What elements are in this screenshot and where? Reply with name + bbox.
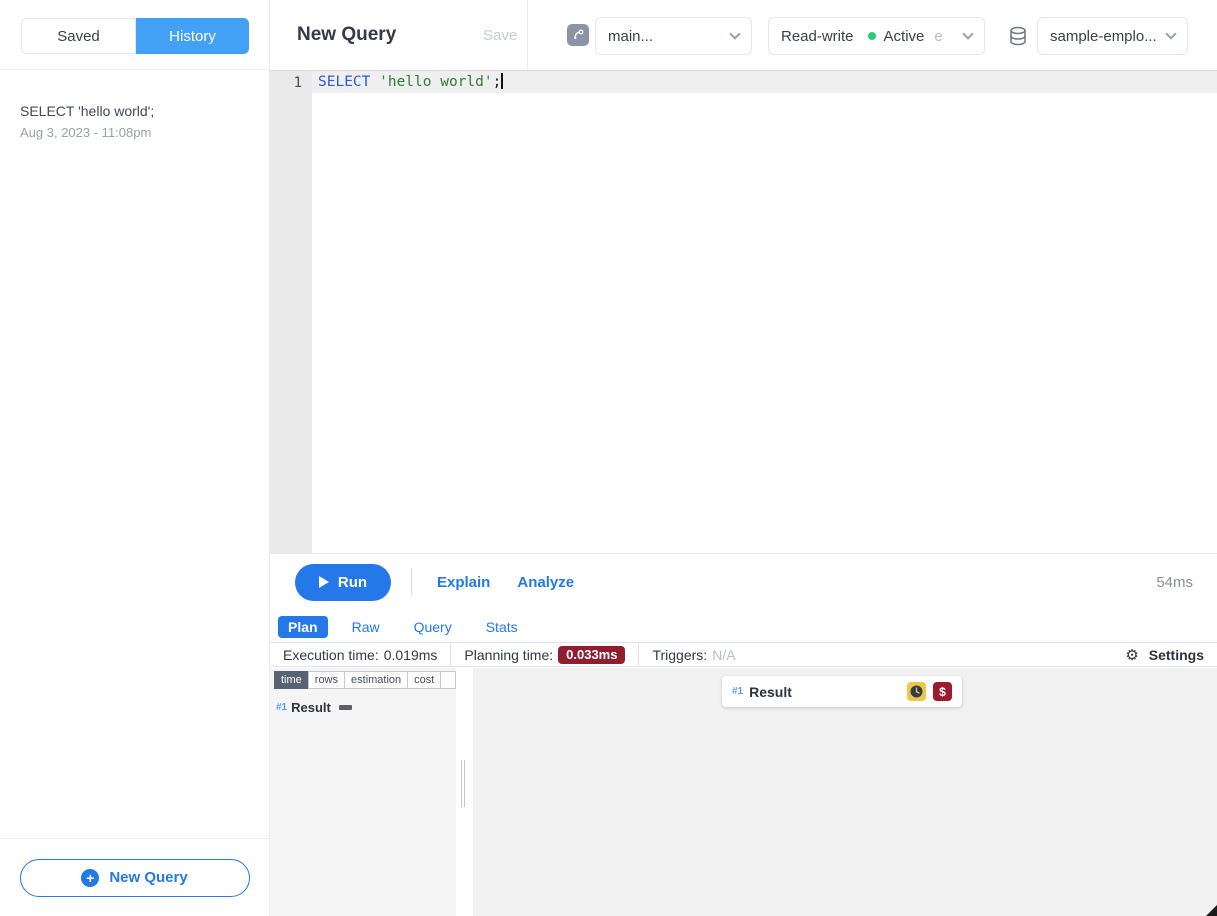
tab-plan[interactable]: Plan — [278, 616, 328, 638]
plan-canvas[interactable]: #1 Result $ — [473, 668, 1217, 916]
column-tab-time[interactable]: time — [274, 671, 309, 689]
database-dropdown-value: sample-emplo... — [1050, 28, 1157, 45]
chevron-down-icon — [962, 28, 973, 39]
sql-punct: ; — [493, 74, 502, 90]
plan-node-name: Result — [749, 684, 792, 700]
triggers-stat: Triggers: N/A — [639, 647, 748, 663]
settings-button[interactable]: ⚙ Settings — [1112, 646, 1217, 664]
sidebar-footer: + New Query — [0, 838, 269, 916]
column-tab-extra[interactable] — [440, 671, 456, 689]
text-cursor — [501, 73, 503, 89]
history-list-item[interactable]: SELECT 'hello world'; Aug 3, 2023 - 11:0… — [0, 70, 269, 140]
plan-row-name: Result — [291, 700, 331, 715]
explain-button[interactable]: Explain — [437, 574, 490, 591]
column-tab-estimation[interactable]: estimation — [344, 671, 408, 689]
code-line[interactable]: SELECT 'hello world'; — [318, 73, 503, 90]
pane-resize-handle[interactable] — [461, 760, 465, 807]
analyze-button[interactable]: Analyze — [517, 574, 574, 591]
sidebar-header: Saved History — [0, 0, 269, 70]
tab-raw[interactable]: Raw — [342, 616, 390, 638]
planning-time-stat: Planning time: 0.033ms — [451, 646, 638, 664]
plan-tree-pane: time rows estimation cost #1 Result — [270, 668, 456, 916]
sql-keyword: SELECT — [318, 74, 370, 90]
pane-gap — [456, 668, 473, 916]
results-tabs: Plan Raw Query Stats — [270, 612, 542, 642]
main-panel: New Query Save main... Read-write Active… — [270, 0, 1217, 916]
editor-header: New Query Save main... Read-write Active… — [270, 0, 1217, 70]
execution-time-stat: Execution time: 0.019ms — [270, 647, 450, 663]
execution-time-value: 0.019ms — [384, 647, 438, 663]
tab-saved[interactable]: Saved — [21, 18, 136, 54]
tab-query[interactable]: Query — [404, 616, 462, 638]
sql-string: 'hello world' — [370, 74, 492, 90]
branch-dropdown[interactable]: main... — [595, 17, 752, 55]
database-icon — [1007, 25, 1029, 52]
column-tab-cost[interactable]: cost — [407, 671, 441, 689]
planning-time-badge: 0.033ms — [558, 646, 625, 664]
editor-gutter: 1 — [270, 70, 312, 553]
query-duration: 54ms — [1156, 574, 1193, 591]
run-toolbar: Run Explain Analyze 54ms — [270, 553, 1217, 610]
run-button[interactable]: Run — [295, 564, 391, 601]
query-title: New Query — [297, 24, 396, 46]
new-query-button[interactable]: + New Query — [20, 859, 250, 897]
line-number: 1 — [294, 75, 302, 91]
gear-icon: ⚙ — [1125, 646, 1138, 664]
run-button-label: Run — [338, 574, 367, 591]
share-icon[interactable] — [567, 24, 589, 46]
settings-label: Settings — [1149, 647, 1204, 663]
execution-time-label: Execution time: — [283, 647, 379, 663]
settings-segment: ⚙ Settings — [1111, 646, 1217, 664]
new-query-button-label: New Query — [109, 869, 187, 886]
branch-dropdown-value: main... — [608, 28, 653, 45]
triggers-value: N/A — [712, 647, 735, 663]
header-divider — [527, 0, 528, 70]
mode-label: Read-write — [781, 28, 854, 45]
planning-time-label: Planning time: — [464, 647, 553, 663]
save-button[interactable]: Save — [483, 27, 517, 44]
history-query-text: SELECT 'hello world'; — [20, 103, 249, 119]
sql-editor[interactable]: 1 SELECT 'hello world'; — [270, 70, 1217, 553]
plan-area: time rows estimation cost #1 Result #1 — [270, 668, 1217, 916]
play-icon — [319, 576, 329, 588]
history-timestamp: Aug 3, 2023 - 11:08pm — [20, 125, 249, 140]
plan-column-tabs: time rows estimation cost — [274, 671, 456, 689]
plan-row-id: #1 — [276, 702, 287, 713]
tab-history[interactable]: History — [136, 18, 249, 54]
plan-tree-row[interactable]: #1 Result — [274, 700, 456, 715]
tab-stats[interactable]: Stats — [476, 616, 528, 638]
saved-history-toggle: Saved History — [21, 18, 249, 54]
mode-truncated-text: e — [934, 28, 942, 45]
database-dropdown[interactable]: sample-emplo... — [1037, 17, 1188, 55]
plan-row-time-bar — [339, 705, 352, 710]
plan-node-result[interactable]: #1 Result $ — [722, 676, 962, 707]
dollar-icon[interactable]: $ — [933, 682, 952, 701]
column-tab-rows[interactable]: rows — [308, 671, 345, 689]
plus-icon: + — [81, 869, 99, 887]
chevron-down-icon — [729, 28, 740, 39]
query-tool-app: Saved History SELECT 'hello world'; Aug … — [0, 0, 1217, 916]
plan-node-id: #1 — [732, 686, 743, 697]
toolbar-divider — [411, 568, 412, 596]
plan-node-badges: $ — [907, 682, 952, 701]
sidebar: Saved History SELECT 'hello world'; Aug … — [0, 0, 270, 916]
connection-mode-dropdown[interactable]: Read-write Active e — [768, 17, 985, 55]
triggers-label: Triggers: — [652, 647, 707, 663]
window-resize-handle[interactable] — [1206, 905, 1217, 916]
status-label: Active — [884, 28, 925, 45]
clock-icon[interactable] — [907, 682, 926, 701]
stats-bar: Execution time: 0.019ms Planning time: 0… — [270, 642, 1217, 667]
status-dot-icon — [868, 32, 876, 40]
chevron-down-icon — [1165, 28, 1176, 39]
